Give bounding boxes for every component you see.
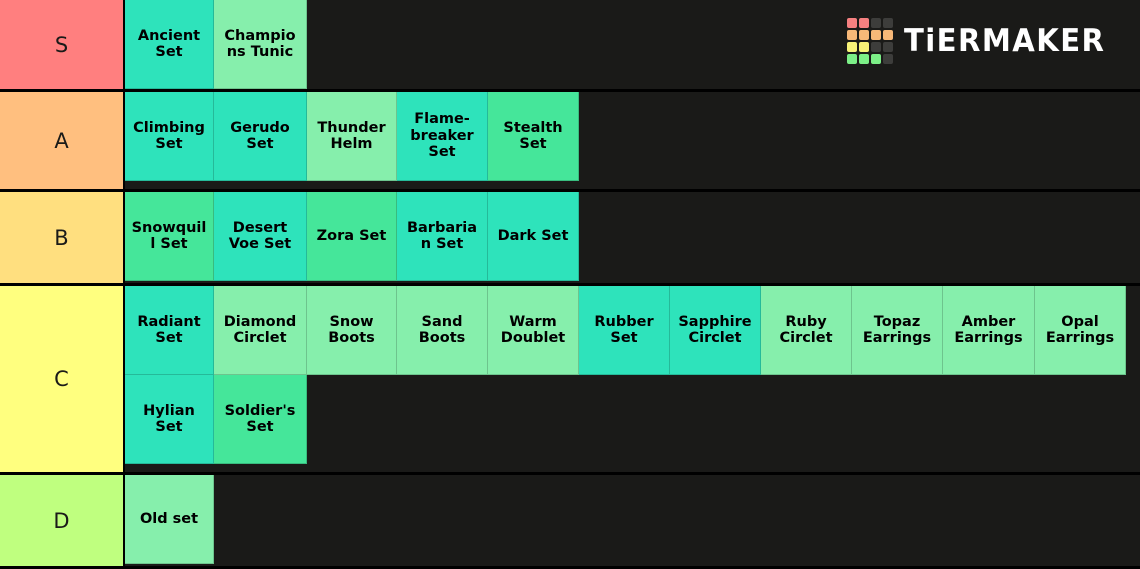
logo-grid-cell-5 xyxy=(858,30,869,40)
tier-item[interactable]: Sapphire Circlet xyxy=(670,286,761,375)
tier-item[interactable]: Barbarian Set xyxy=(397,192,488,281)
tiermaker-logo-grid-icon xyxy=(846,18,893,64)
tier-item[interactable]: Zora Set xyxy=(307,192,397,281)
logo-grid-cell-1 xyxy=(858,18,869,28)
tier-label-b[interactable]: B xyxy=(0,192,125,283)
tiermaker-logo-text: TiERMAKER xyxy=(903,22,1106,59)
logo-grid-cell-3 xyxy=(882,18,893,28)
tiermaker-logo: TiERMAKER xyxy=(846,18,1118,64)
logo-grid-cell-6 xyxy=(870,30,881,40)
tier-item[interactable]: Warm Doublet xyxy=(488,286,579,375)
tier-item[interactable]: Dark Set xyxy=(488,192,579,281)
logo-grid-cell-14 xyxy=(870,54,881,64)
logo-grid-cell-7 xyxy=(882,30,893,40)
logo-grid-cell-13 xyxy=(858,54,869,64)
tier-item[interactable]: Thunder Helm xyxy=(307,92,397,181)
logo-grid-cell-9 xyxy=(858,42,869,52)
tier-row-a: A Climbing Set Gerudo Set Thunder Helm Flame… xyxy=(0,92,1140,192)
logo-grid-cell-12 xyxy=(846,54,857,64)
tier-item[interactable]: Gerudo Set xyxy=(214,92,307,181)
tier-item[interactable]: Ancient Set xyxy=(125,0,214,89)
tier-item[interactable]: Radiant Set xyxy=(125,286,214,375)
tier-rows-container: S Ancient Set Champions Tunic A Climbing Set… xyxy=(0,0,1140,569)
logo-grid-cell-0 xyxy=(846,18,857,28)
tier-item[interactable]: Old set xyxy=(125,475,214,564)
tier-item[interactable]: Rubber Set xyxy=(579,286,670,375)
tier-item[interactable]: Topaz Earrings xyxy=(852,286,943,375)
logo-grid-cell-10 xyxy=(870,42,881,52)
tier-item[interactable]: Desert Voe Set xyxy=(214,192,307,281)
logo-grid-cell-4 xyxy=(846,30,857,40)
tier-items-b[interactable]: Snowquill Set Desert Voe Set Zora Set Barba… xyxy=(125,192,1140,283)
tier-item[interactable]: Flame-breaker Set xyxy=(397,92,488,181)
logo-grid-cell-8 xyxy=(846,42,857,52)
tier-item[interactable]: Champions Tunic xyxy=(214,0,307,89)
logo-grid-cell-2 xyxy=(870,18,881,28)
tier-item[interactable]: Stealth Set xyxy=(488,92,579,181)
tier-label-d[interactable]: D xyxy=(0,475,125,566)
tier-label-s[interactable]: S xyxy=(0,0,125,89)
tier-list-app: TiERMAKER S Ancient Set Champions Tunic A Cl… xyxy=(0,0,1140,569)
tier-row-d: D Old set xyxy=(0,475,1140,569)
tier-label-a[interactable]: A xyxy=(0,92,125,189)
tier-items-c[interactable]: Radiant Set Diamond Circlet Snow Boots Sand… xyxy=(125,286,1140,472)
logo-grid-cell-11 xyxy=(882,42,893,52)
tier-row-b: B Snowquill Set Desert Voe Set Zora Set Barb… xyxy=(0,192,1140,286)
tier-item[interactable]: Climbing Set xyxy=(125,92,214,181)
tier-item[interactable]: Soldier's Set xyxy=(214,375,307,464)
tier-item[interactable]: Amber Earrings xyxy=(943,286,1035,375)
tier-item[interactable]: Sand Boots xyxy=(397,286,488,375)
logo-grid-cell-15 xyxy=(882,54,893,64)
tier-item[interactable]: Diamond Circlet xyxy=(214,286,307,375)
tier-item[interactable]: Ruby Circlet xyxy=(761,286,852,375)
tier-item[interactable]: Hylian Set xyxy=(125,375,214,464)
tier-row-c: C Radiant Set Diamond Circlet Snow Boots San… xyxy=(0,286,1140,475)
tier-item[interactable]: Snowquill Set xyxy=(125,192,214,281)
tier-label-c[interactable]: C xyxy=(0,286,125,472)
tier-item[interactable]: Snow Boots xyxy=(307,286,397,375)
tier-items-d[interactable]: Old set xyxy=(125,475,1140,566)
tier-item[interactable]: Opal Earrings xyxy=(1035,286,1126,375)
tier-items-a[interactable]: Climbing Set Gerudo Set Thunder Helm Flame-… xyxy=(125,92,1140,189)
